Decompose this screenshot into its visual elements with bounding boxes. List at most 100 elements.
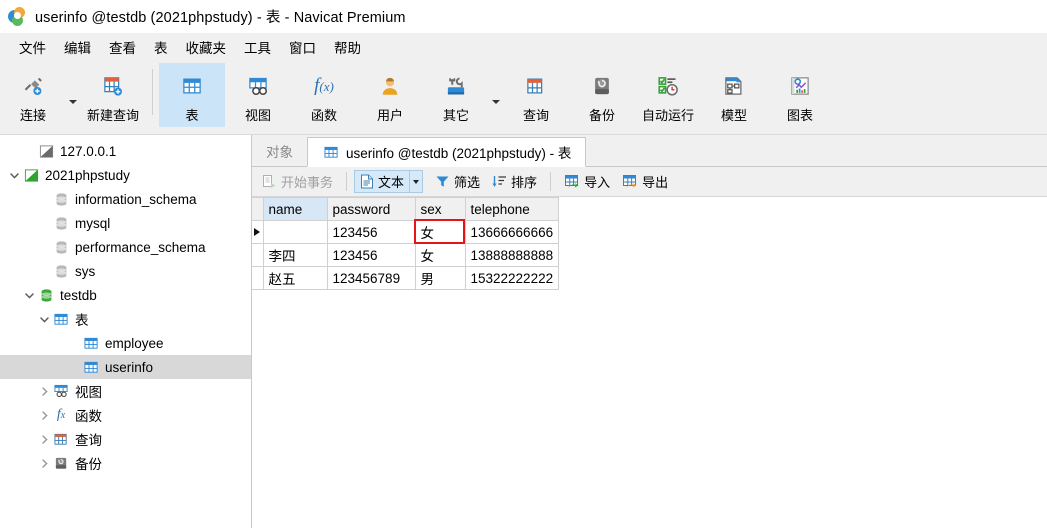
toolbar-function-button[interactable]: f(x) 函数 [291,63,357,127]
connection-green-icon [22,168,40,183]
grid-cell-value: 13888888888 [470,247,554,263]
grid-cell-sex[interactable]: 女 [415,243,466,267]
toolbar-other-tools-button[interactable]: 其它 [423,63,489,127]
navigation-sidebar[interactable]: 127.0.0.1 2021phpstudy information_schema m… [0,135,252,528]
toolbar-table-button[interactable]: 表 [159,63,225,127]
tree-node-testdb[interactable]: testdb [0,283,251,307]
navicat-window: userinfo @testdb (2021phpstudy) - 表 - Na… [0,0,1047,528]
tab-objects[interactable]: 对象 [252,136,307,166]
table-row[interactable]: 张三 123456 女 13666666666 [252,220,560,244]
table-row[interactable]: 赵五 123456789 男 15322222222 [252,266,560,290]
menu-edit[interactable]: 编辑 [55,35,100,59]
text-mode-dropdown-icon[interactable] [410,170,424,193]
grid-cell-name[interactable]: 张三 [263,220,328,244]
grid-cell-password[interactable]: 123456789 [327,266,416,290]
toolbar-backup-button[interactable]: 备份 [569,63,635,127]
grid-column-header-password[interactable]: password [327,197,416,221]
menu-table[interactable]: 表 [145,35,177,59]
function-icon: fx [56,407,66,422]
toolbar-connection-button[interactable]: 连接 [0,63,66,127]
tree-node-information_schema[interactable]: information_schema [0,187,251,211]
menu-help[interactable]: 帮助 [325,35,370,59]
filter-button[interactable]: 筛选 [429,170,486,193]
menu-tools[interactable]: 工具 [235,35,280,59]
grid-cell-telephone[interactable]: 13888888888 [465,243,560,267]
tab-userinfo-table[interactable]: userinfo @testdb (2021phpstudy) - 表 [307,137,587,167]
menu-favorites[interactable]: 收藏夹 [177,35,236,59]
grid-cell-telephone[interactable]: 13666666666 [465,220,560,244]
tree-node-userinfo[interactable]: userinfo [0,355,251,379]
tree-node--[interactable]: 备份 [0,451,251,475]
toolbar-new-query-button[interactable]: 新建查询 [80,63,146,127]
import-label: 导入 [584,175,611,190]
tree-node-127-0-0-1[interactable]: 127.0.0.1 [0,139,251,163]
menu-file[interactable]: 文件 [10,35,55,59]
database-gray-icon [52,240,70,255]
tree-twisty-expanded-icon[interactable] [6,170,22,181]
grid-column-header-name[interactable]: name [263,197,328,221]
toolbar-dropdown-caret-icon[interactable] [66,63,80,125]
grid-cell-password[interactable]: 123456 [327,243,416,267]
grid-cell-value: 123456 [332,247,378,263]
begin-transaction-button[interactable]: 开始事务 [256,170,339,193]
tree-node--[interactable]: 表 [0,307,251,331]
toolbar-user-button[interactable]: 用户 [357,63,423,127]
query-icon [52,432,70,447]
tree-node--[interactable]: fx 函数 [0,403,251,427]
tree-node-employee[interactable]: employee [0,331,251,355]
grid-cell-password[interactable]: 123456 [327,220,416,244]
tree-twisty-collapsed-icon[interactable] [36,434,52,445]
grid-cell-value: 张三 [268,226,296,241]
row-marker-cell[interactable] [252,266,264,290]
text-mode-button[interactable]: 文本 [354,170,411,193]
menu-window[interactable]: 窗口 [280,35,325,59]
tree-node-2021phpstudy[interactable]: 2021phpstudy [0,163,251,187]
connection-icon [23,69,43,102]
toolbar-dropdown-caret-icon[interactable] [489,63,503,125]
tree-node-performance_schema[interactable]: performance_schema [0,235,251,259]
toolbar-query-button[interactable]: 查询 [503,63,569,127]
grid-column-header-telephone[interactable]: telephone [465,197,560,221]
tree-twisty-collapsed-icon[interactable] [36,386,52,397]
grid-cell-name[interactable]: 李四 [263,243,328,267]
data-grid-container[interactable]: name password sex telephone 张三 123456 女 1366666… [252,197,1047,528]
tree-node--[interactable]: 视图 [0,379,251,403]
grid-cell-value: 123456789 [332,270,401,286]
tree-twisty-expanded-icon[interactable] [36,314,52,325]
navicat-logo-icon [8,6,28,27]
grid-cell-sex[interactable]: 女 [415,220,466,244]
table-icon [52,312,70,327]
toolbar-automation-button[interactable]: 自动运行 [635,63,701,127]
toolbar-view-button[interactable]: 视图 [225,63,291,127]
tree-node--[interactable]: 查询 [0,427,251,451]
table-row[interactable]: 李四 123456 女 13888888888 [252,243,560,267]
tree-node-mysql[interactable]: mysql [0,211,251,235]
tree-twisty-collapsed-icon[interactable] [36,458,52,469]
toolbar-chart-button[interactable]: 图表 [767,63,833,127]
grid-cell-telephone[interactable]: 15322222222 [465,266,560,290]
tree-twisty-expanded-icon[interactable] [21,290,37,301]
filter-funnel-icon [435,174,450,189]
menu-view[interactable]: 查看 [100,35,145,59]
row-marker-cell[interactable] [252,243,264,267]
toolbar-model-button[interactable]: 模型 [701,63,767,127]
import-icon [564,174,580,189]
view-icon [52,384,70,399]
grid-cell-sex[interactable]: 男 [415,266,466,290]
sort-button[interactable]: 排序 [486,170,543,193]
transaction-icon [262,174,277,189]
import-button[interactable]: 导入 [558,170,616,193]
chart-icon [790,69,810,102]
tree-node-sys[interactable]: sys [0,259,251,283]
main-body: 127.0.0.1 2021phpstudy information_schema m… [0,135,1047,528]
grid-cell-value: 男 [420,272,435,287]
database-gray-icon [52,216,70,231]
grid-column-header-sex[interactable]: sex [415,197,466,221]
tree-twisty-collapsed-icon[interactable] [36,410,52,421]
data-grid[interactable]: name password sex telephone 张三 123456 女 1366666… [252,197,560,290]
toolbar-button-label: 函数 [310,108,337,123]
row-marker-cell[interactable] [252,220,264,244]
grid-cell-name[interactable]: 赵五 [263,266,328,290]
export-button[interactable]: 导出 [616,170,674,193]
grid-cell-value: 女 [420,249,435,264]
